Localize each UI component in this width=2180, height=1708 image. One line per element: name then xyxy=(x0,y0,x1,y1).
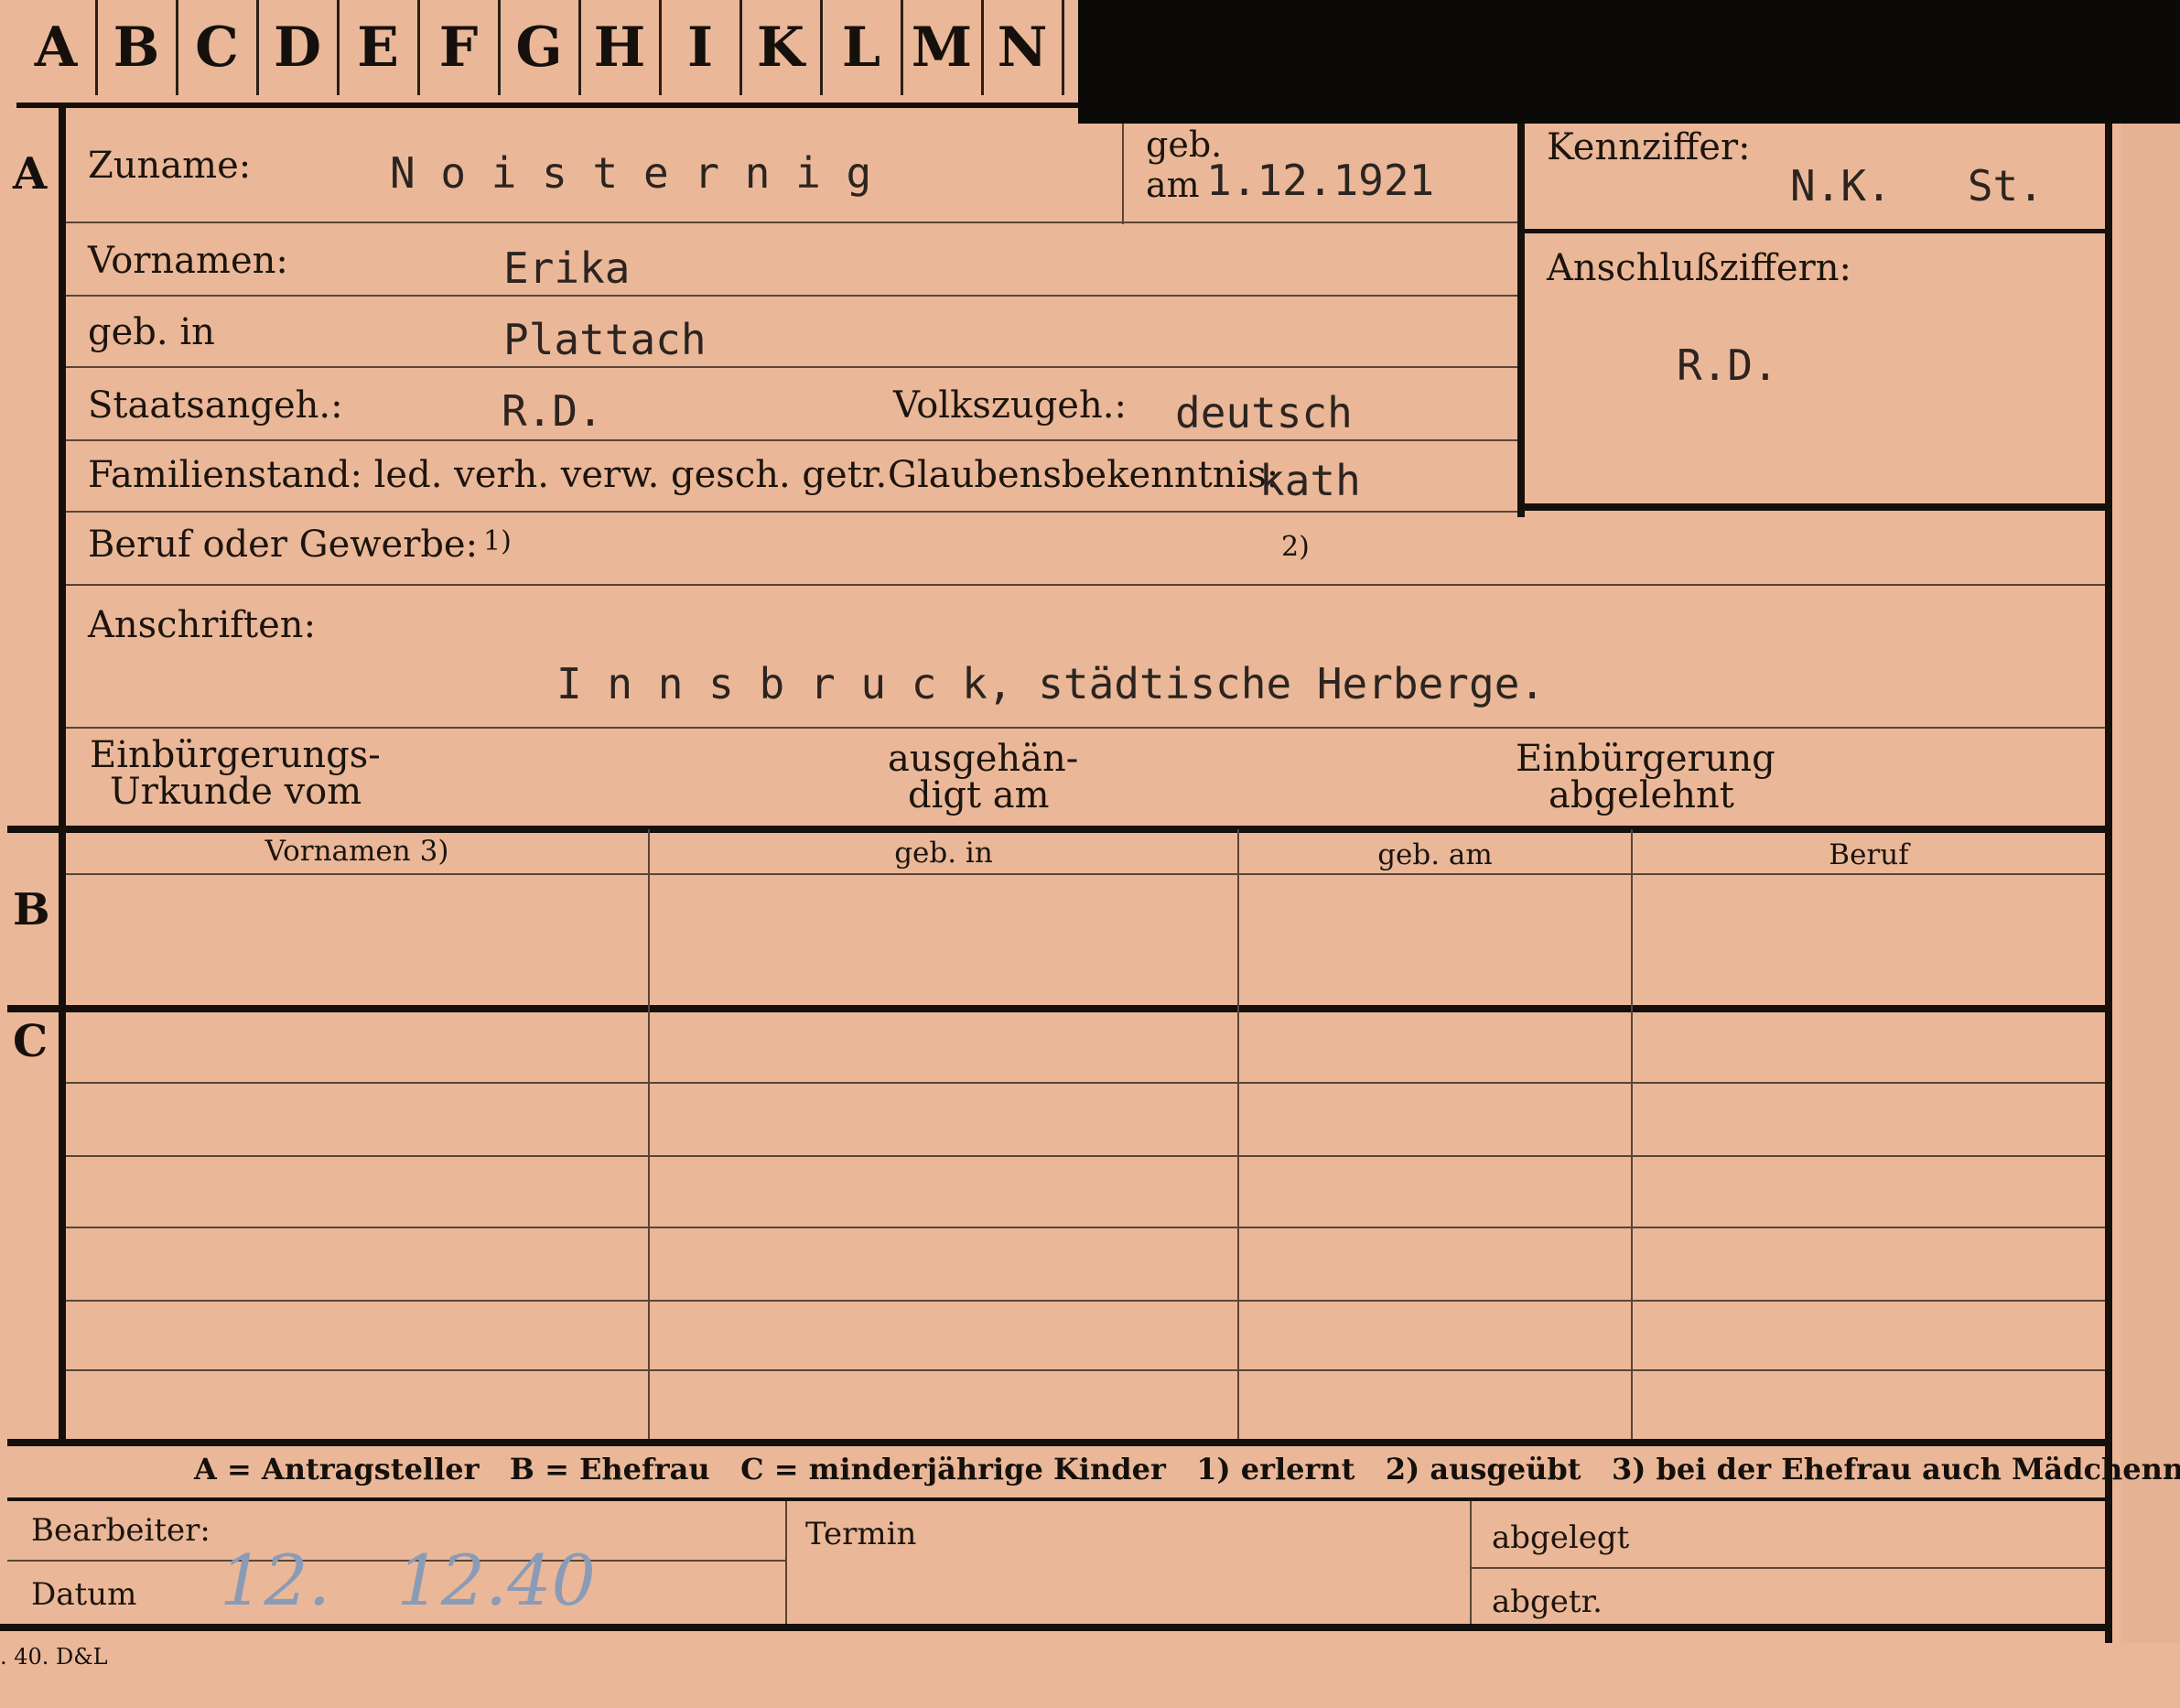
index-tab[interactable]: K xyxy=(741,0,823,95)
row-rule xyxy=(66,727,2105,729)
index-tab[interactable]: L xyxy=(822,0,903,95)
row-rule xyxy=(66,1300,2105,1302)
einbuergerung-abgelehnt-label-2: abgelehnt xyxy=(1549,774,1734,816)
datum-label: Datum xyxy=(31,1576,137,1613)
section-c-marker: C xyxy=(13,1016,49,1067)
kennziffer-label: Kennziffer: xyxy=(1547,126,1751,168)
kennziffer-box-left xyxy=(1517,124,1525,517)
footer-column-rule xyxy=(785,1501,787,1626)
abgetr-label: abgetr. xyxy=(1492,1584,1603,1620)
index-tab[interactable]: A xyxy=(16,0,98,95)
scan-background-top xyxy=(1078,0,2180,124)
kennziffer-divider xyxy=(1525,229,2105,233)
index-tab[interactable]: B xyxy=(97,0,178,95)
vornamen-value: Erika xyxy=(503,243,631,293)
ausgehaendigt-label-2: digt am xyxy=(908,774,1050,816)
index-tab[interactable]: G xyxy=(500,0,581,95)
index-tab-strip: A B C D E F G H I K L M N xyxy=(16,0,1078,108)
kennziffer-value: N.K. St. xyxy=(1790,161,2044,211)
volkszugehoerigkeit-label: Volkszugeh.: xyxy=(893,384,1127,427)
table-column-rule xyxy=(648,829,650,1439)
print-code: . 40. D&L xyxy=(0,1644,108,1670)
index-tab[interactable]: D xyxy=(258,0,340,95)
card-bottom-rule xyxy=(0,1624,2112,1631)
table-header-geb-in: geb. in xyxy=(894,837,993,870)
table-column-rule xyxy=(1237,829,1239,1439)
footer-row-rule xyxy=(1470,1567,2105,1569)
index-tab[interactable]: F xyxy=(419,0,501,95)
geb-in-value: Plattach xyxy=(503,315,707,364)
section-b-top-rule xyxy=(7,826,2112,833)
row-rule xyxy=(66,1369,2105,1371)
anschrift-value: I n n s b r u c k, städtische Herberge. xyxy=(556,659,1546,708)
staatsangehoerigkeit-value: R.D. xyxy=(502,386,603,436)
section-left-rule xyxy=(59,829,66,1439)
row-rule xyxy=(66,511,1517,513)
beruf-label: Beruf oder Gewerbe: xyxy=(88,524,479,566)
index-tab[interactable]: C xyxy=(178,0,259,95)
bearbeiter-label: Bearbeiter: xyxy=(31,1512,210,1549)
anschriften-label: Anschriften: xyxy=(88,604,317,646)
index-tab[interactable]: H xyxy=(580,0,662,95)
index-tab[interactable]: E xyxy=(339,0,420,95)
table-header-geb-am: geb. am xyxy=(1377,838,1493,871)
right-border xyxy=(2105,124,2112,1643)
einbuergerungsurkunde-label-2: Urkunde vom xyxy=(110,771,362,813)
geb-am-value: 1.12.1921 xyxy=(1206,156,1435,205)
section-c-top-rule xyxy=(7,1005,2112,1012)
staatsangehoerigkeit-label: Staatsangeh.: xyxy=(88,384,343,427)
section-a-marker: A xyxy=(13,148,48,200)
zuname-label: Zuname: xyxy=(88,145,252,187)
abgelegt-label: abgelegt xyxy=(1492,1519,1630,1556)
table-header-beruf: Beruf xyxy=(1829,838,1909,871)
row-rule xyxy=(66,439,1517,441)
datum-handwritten: 12. 12.40 xyxy=(220,1540,596,1621)
table-header-rule xyxy=(66,873,2105,875)
footer-column-rule xyxy=(1470,1501,1472,1626)
section-b-marker: B xyxy=(13,884,50,935)
anschlussziffern-label: Anschlußziffern: xyxy=(1547,247,1851,289)
index-tab[interactable]: I xyxy=(661,0,742,95)
glaubensbekenntnis-label: Glaubensbekenntnis: xyxy=(888,454,1279,496)
index-tab[interactable]: M xyxy=(902,0,984,95)
index-tab[interactable]: N xyxy=(983,0,1064,95)
footnote-2-marker: 2) xyxy=(1281,531,1310,563)
geb-in-label: geb. in xyxy=(88,311,215,353)
glaubensbekenntnis-value: kath xyxy=(1259,456,1361,505)
row-rule xyxy=(66,366,1517,368)
row-rule xyxy=(66,222,1517,223)
familienstand-label: Familienstand: led. verh. verw. gesch. g… xyxy=(88,454,888,496)
kennziffer-box-bottom xyxy=(1517,503,2112,511)
volkszugehoerigkeit-value: deutsch xyxy=(1175,388,1353,438)
row-rule xyxy=(66,1227,2105,1228)
row-rule xyxy=(66,295,1517,297)
row-rule xyxy=(66,1155,2105,1157)
legend-bottom-rule xyxy=(7,1497,2112,1501)
table-header-vornamen: Vornamen 3) xyxy=(264,835,449,868)
termin-label: Termin xyxy=(805,1516,917,1552)
row-rule xyxy=(66,584,2105,586)
geb-am-divider xyxy=(1122,124,1124,224)
table-column-rule xyxy=(1631,829,1633,1439)
am-label: am xyxy=(1146,165,1200,205)
scan-background-right xyxy=(2121,124,2180,1643)
vornamen-label: Vornamen: xyxy=(88,240,288,282)
zuname-value: N o i s t e r n i g xyxy=(390,148,872,198)
footnote-1-marker: 1) xyxy=(483,525,512,557)
legend: A = Antragsteller B = Ehefrau C = minder… xyxy=(194,1452,2180,1486)
table-bottom-rule xyxy=(7,1439,2112,1446)
row-rule xyxy=(66,1082,2105,1084)
anschlussziffern-value: R.D. xyxy=(1677,341,1778,390)
